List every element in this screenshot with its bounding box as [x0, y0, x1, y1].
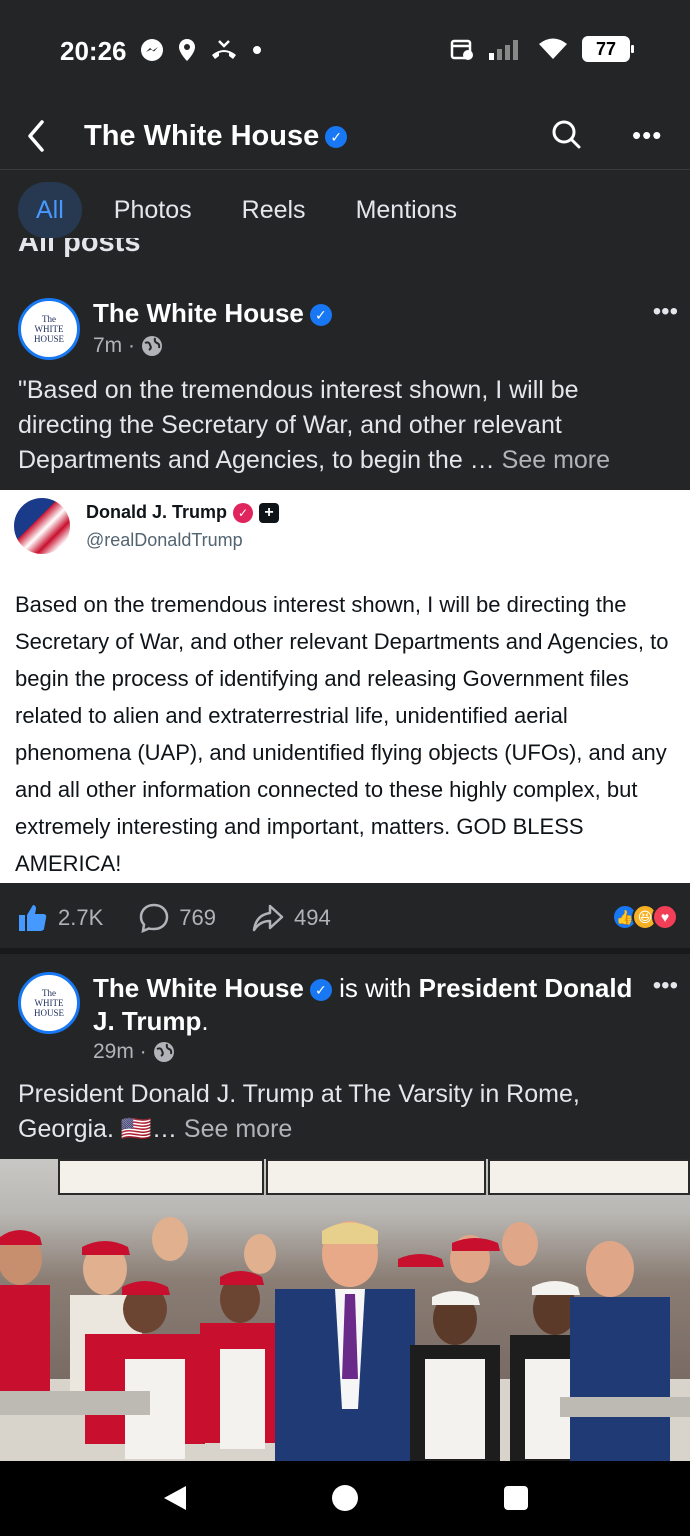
- filter-tabs: All Photos Reels Mentions: [18, 182, 489, 238]
- post-more-button[interactable]: •••: [653, 972, 678, 1000]
- status-icons-right: 77: [450, 36, 634, 62]
- post-header: The WHITE HOUSE The White House ✓ is with…: [18, 972, 678, 1072]
- photo-crowd: [0, 1217, 690, 1461]
- tab-all[interactable]: All: [18, 182, 82, 238]
- post-author: The White House ✓ is with President Donal…: [93, 972, 653, 1038]
- like-count: 2.7K: [58, 905, 104, 930]
- battery-icon: 77: [582, 36, 634, 62]
- tweet-body: Based on the tremendous interest shown, …: [15, 592, 669, 876]
- missed-call-icon: [212, 40, 236, 59]
- post-text: President Donald J. Trump at The Varsity…: [18, 1077, 678, 1147]
- comment-count: 769: [179, 905, 216, 930]
- tweet-author-name: Donald J. Trump: [86, 502, 228, 522]
- post-meta: 29m ·: [93, 1040, 175, 1064]
- see-more-link[interactable]: See more: [502, 446, 610, 474]
- post-header: The WHITE HOUSE The White House ✓ 7m · ••…: [18, 298, 678, 364]
- share-icon: [252, 904, 284, 932]
- tab-photos[interactable]: Photos: [96, 182, 210, 238]
- verified-badge-icon: ✓: [309, 304, 332, 327]
- see-more-link[interactable]: See more: [184, 1115, 292, 1143]
- more-options-button[interactable]: •••: [632, 120, 662, 151]
- home-nav-icon[interactable]: [330, 1483, 360, 1513]
- post-divider: [0, 948, 690, 954]
- tab-mentions[interactable]: Mentions: [338, 182, 475, 238]
- plus-icon: +: [259, 502, 280, 523]
- love-reaction-icon: ♥: [652, 904, 678, 930]
- post-photo[interactable]: [0, 1159, 690, 1461]
- post-action-bar: 2.7K 769 494 👍 😆 ♥: [18, 896, 678, 940]
- embedded-post-image[interactable]: Donald J. Trump ✓ + @realDonaldTrump Bas…: [0, 490, 690, 883]
- back-arrow-icon[interactable]: [22, 118, 52, 154]
- system-nav-bar: [0, 1461, 690, 1536]
- avatar-text: The: [42, 988, 56, 998]
- wifi-icon: [539, 38, 567, 59]
- thumbs-up-icon: [19, 905, 47, 931]
- post-text-content: "Based on the tremendous interest shown,…: [18, 376, 579, 474]
- back-nav-icon[interactable]: [160, 1483, 190, 1513]
- comment-icon: [140, 903, 169, 933]
- post-more-button[interactable]: •••: [653, 298, 678, 326]
- status-bar: 20:26 77: [0, 0, 690, 100]
- globe-icon: [142, 336, 162, 356]
- tab-reels[interactable]: Reels: [224, 182, 324, 238]
- post-text-content: President Donald J. Trump at The Varsity…: [18, 1080, 580, 1143]
- avatar-text: HOUSE: [33, 334, 64, 344]
- verified-badge-icon: ✓: [309, 979, 332, 1002]
- section-title-container: All posts: [0, 238, 690, 266]
- status-icons-left: [140, 38, 262, 62]
- avatar-text: WHITE: [34, 998, 64, 1008]
- calendar-icon: [450, 39, 473, 60]
- reaction-summary[interactable]: 👍 😆 ♥: [612, 904, 678, 930]
- status-time: 20:26: [60, 36, 127, 66]
- post-time[interactable]: 7m ·: [93, 334, 135, 358]
- messenger-icon: [141, 39, 163, 61]
- dot-icon: [253, 46, 261, 54]
- post-author-name[interactable]: The White House: [93, 973, 304, 1003]
- signal-icon: [489, 40, 518, 60]
- post-text: "Based on the tremendous interest shown,…: [18, 373, 678, 478]
- avatar[interactable]: The WHITE HOUSE: [18, 298, 80, 360]
- page-title: The White House ✓: [84, 120, 348, 153]
- page-title-text: The White House: [84, 120, 320, 152]
- section-title: All posts: [18, 238, 141, 258]
- share-button[interactable]: 494: [252, 903, 331, 933]
- verified-badge-icon: ✓: [325, 126, 348, 149]
- tweet-handle: @realDonaldTrump: [86, 530, 243, 550]
- tweet-author: Donald J. Trump ✓ +: [86, 502, 280, 523]
- avatar-text: HOUSE: [33, 1008, 64, 1018]
- with-text: is with: [339, 973, 412, 1003]
- globe-icon: [153, 1042, 174, 1062]
- post-meta: 7m ·: [93, 334, 163, 358]
- post-author-name[interactable]: The White House: [93, 298, 304, 328]
- verified-badge-icon: ✓: [233, 502, 254, 523]
- period: .: [201, 1006, 209, 1036]
- recents-nav-icon[interactable]: [501, 1483, 531, 1513]
- search-icon[interactable]: [550, 118, 582, 150]
- share-count: 494: [293, 905, 331, 930]
- comment-button[interactable]: 769: [139, 903, 216, 933]
- page-header: The White House ✓ •••: [0, 100, 690, 170]
- avatar-text: WHITE: [34, 324, 64, 334]
- like-button[interactable]: 2.7K: [18, 903, 103, 933]
- location-icon: [179, 39, 195, 61]
- tweet-avatar: [14, 498, 70, 554]
- post-time[interactable]: 29m ·: [93, 1040, 147, 1064]
- avatar[interactable]: The WHITE HOUSE: [18, 972, 80, 1034]
- avatar-text: The: [42, 314, 56, 324]
- post-author[interactable]: The White House ✓: [93, 298, 332, 329]
